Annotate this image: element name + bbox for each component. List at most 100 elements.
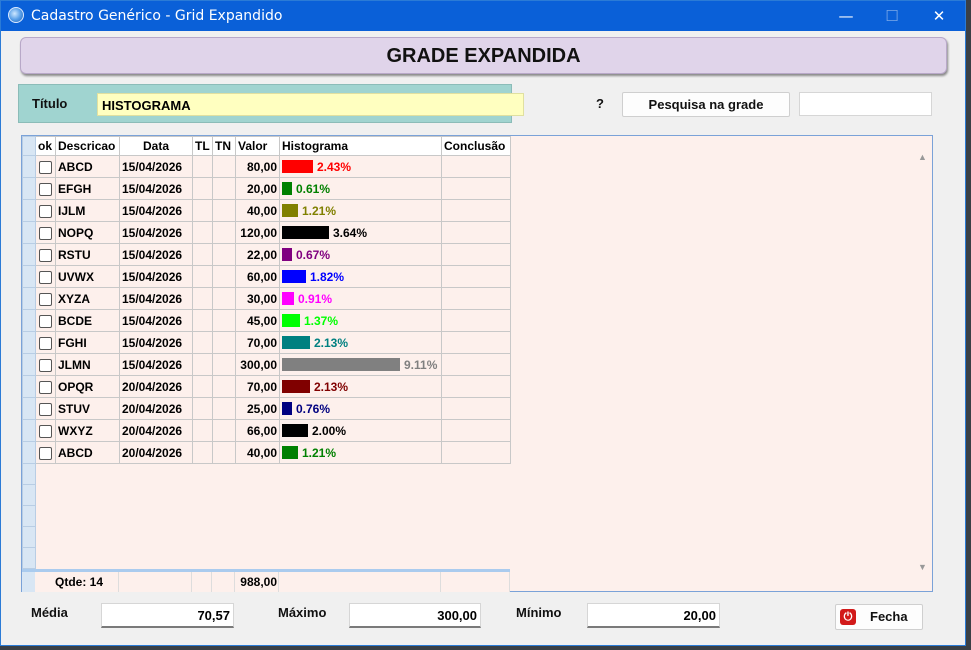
row-indicator[interactable] [22, 265, 36, 288]
tl-cell[interactable] [192, 221, 213, 244]
descricao-cell[interactable]: UVWX [55, 265, 120, 288]
tn-cell[interactable] [212, 353, 236, 376]
scroll-up-arrow-icon[interactable]: ▲ [918, 152, 927, 162]
search-grid-button[interactable]: Pesquisa na grade [622, 92, 790, 117]
ok-checkbox[interactable] [39, 226, 52, 240]
ok-cell[interactable] [35, 441, 56, 464]
data-cell[interactable]: 20/04/2026 [119, 419, 193, 442]
col-histograma[interactable]: Histograma [279, 136, 442, 156]
valor-cell[interactable]: 70,00 [235, 375, 280, 398]
tl-cell[interactable] [192, 199, 213, 222]
conclusao-cell[interactable] [441, 331, 511, 354]
ok-cell[interactable] [35, 397, 56, 420]
col-valor[interactable]: Valor [235, 136, 280, 156]
col-ok[interactable]: ok [35, 136, 56, 156]
data-cell[interactable]: 15/04/2026 [119, 353, 193, 376]
descricao-cell[interactable]: IJLM [55, 199, 120, 222]
histograma-cell[interactable]: 2.13% [279, 331, 442, 354]
ok-cell[interactable] [35, 177, 56, 200]
ok-cell[interactable] [35, 199, 56, 222]
tn-cell[interactable] [212, 397, 236, 420]
data-cell[interactable]: 15/04/2026 [119, 287, 193, 310]
ok-cell[interactable] [35, 265, 56, 288]
row-indicator[interactable] [22, 243, 36, 266]
data-cell[interactable]: 15/04/2026 [119, 177, 193, 200]
descricao-cell[interactable]: JLMN [55, 353, 120, 376]
descricao-cell[interactable]: RSTU [55, 243, 120, 266]
descricao-cell[interactable]: EFGH [55, 177, 120, 200]
ok-checkbox[interactable] [39, 270, 52, 284]
histograma-cell[interactable]: 1.21% [279, 441, 442, 464]
row-indicator[interactable] [22, 375, 36, 398]
col-tl[interactable]: TL [192, 136, 213, 156]
ok-checkbox[interactable] [39, 292, 52, 306]
histograma-cell[interactable]: 0.91% [279, 287, 442, 310]
data-cell[interactable]: 20/04/2026 [119, 441, 193, 464]
fecha-button[interactable]: ⏻ Fecha [835, 604, 923, 630]
ok-checkbox[interactable] [39, 160, 52, 174]
table-row[interactable]: IJLM 15/04/2026 40,00 1.21% [22, 199, 511, 222]
tn-cell[interactable] [212, 265, 236, 288]
tn-cell[interactable] [212, 331, 236, 354]
conclusao-cell[interactable] [441, 221, 511, 244]
histograma-cell[interactable]: 2.13% [279, 375, 442, 398]
conclusao-cell[interactable] [441, 155, 511, 178]
histograma-cell[interactable]: 3.64% [279, 221, 442, 244]
ok-cell[interactable] [35, 353, 56, 376]
tn-cell[interactable] [212, 441, 236, 464]
valor-cell[interactable]: 45,00 [235, 309, 280, 332]
tl-cell[interactable] [192, 397, 213, 420]
valor-cell[interactable]: 60,00 [235, 265, 280, 288]
data-cell[interactable]: 15/04/2026 [119, 155, 193, 178]
valor-cell[interactable]: 25,00 [235, 397, 280, 420]
table-row[interactable]: EFGH 15/04/2026 20,00 0.61% [22, 177, 511, 200]
descricao-cell[interactable]: STUV [55, 397, 120, 420]
col-tn[interactable]: TN [212, 136, 236, 156]
row-indicator[interactable] [22, 221, 36, 244]
valor-cell[interactable]: 30,00 [235, 287, 280, 310]
histograma-cell[interactable]: 1.82% [279, 265, 442, 288]
ok-checkbox[interactable] [39, 380, 52, 394]
table-row[interactable]: NOPQ 15/04/2026 120,00 3.64% [22, 221, 511, 244]
ok-checkbox[interactable] [39, 248, 52, 262]
conclusao-cell[interactable] [441, 177, 511, 200]
tl-cell[interactable] [192, 441, 213, 464]
conclusao-cell[interactable] [441, 309, 511, 332]
valor-cell[interactable]: 20,00 [235, 177, 280, 200]
tl-cell[interactable] [192, 243, 213, 266]
data-cell[interactable]: 20/04/2026 [119, 397, 193, 420]
row-indicator[interactable] [22, 309, 36, 332]
data-cell[interactable]: 15/04/2026 [119, 265, 193, 288]
descricao-cell[interactable]: ABCD [55, 441, 120, 464]
descricao-cell[interactable]: BCDE [55, 309, 120, 332]
row-indicator[interactable] [22, 199, 36, 222]
histograma-cell[interactable]: 0.67% [279, 243, 442, 266]
conclusao-cell[interactable] [441, 265, 511, 288]
valor-cell[interactable]: 70,00 [235, 331, 280, 354]
histograma-cell[interactable]: 0.76% [279, 397, 442, 420]
conclusao-cell[interactable] [441, 419, 511, 442]
ok-checkbox[interactable] [39, 182, 52, 196]
ok-checkbox[interactable] [39, 402, 52, 416]
histograma-cell[interactable]: 1.37% [279, 309, 442, 332]
close-window-button[interactable]: ✕ [916, 3, 962, 29]
search-input[interactable] [799, 92, 932, 116]
descricao-cell[interactable]: OPQR [55, 375, 120, 398]
col-conclusao[interactable]: Conclusão [441, 136, 511, 156]
conclusao-cell[interactable] [441, 287, 511, 310]
table-row[interactable]: RSTU 15/04/2026 22,00 0.67% [22, 243, 511, 266]
descricao-cell[interactable]: ABCD [55, 155, 120, 178]
data-cell[interactable]: 20/04/2026 [119, 375, 193, 398]
ok-cell[interactable] [35, 243, 56, 266]
maximo-field[interactable]: 300,00 [349, 603, 481, 628]
tn-cell[interactable] [212, 375, 236, 398]
ok-cell[interactable] [35, 221, 56, 244]
table-row[interactable]: ABCD 15/04/2026 80,00 2.43% [22, 155, 511, 178]
data-cell[interactable]: 15/04/2026 [119, 199, 193, 222]
table-row[interactable]: OPQR 20/04/2026 70,00 2.13% [22, 375, 511, 398]
tn-cell[interactable] [212, 177, 236, 200]
help-mark[interactable]: ? [596, 96, 604, 111]
valor-cell[interactable]: 300,00 [235, 353, 280, 376]
valor-cell[interactable]: 40,00 [235, 441, 280, 464]
valor-cell[interactable]: 66,00 [235, 419, 280, 442]
